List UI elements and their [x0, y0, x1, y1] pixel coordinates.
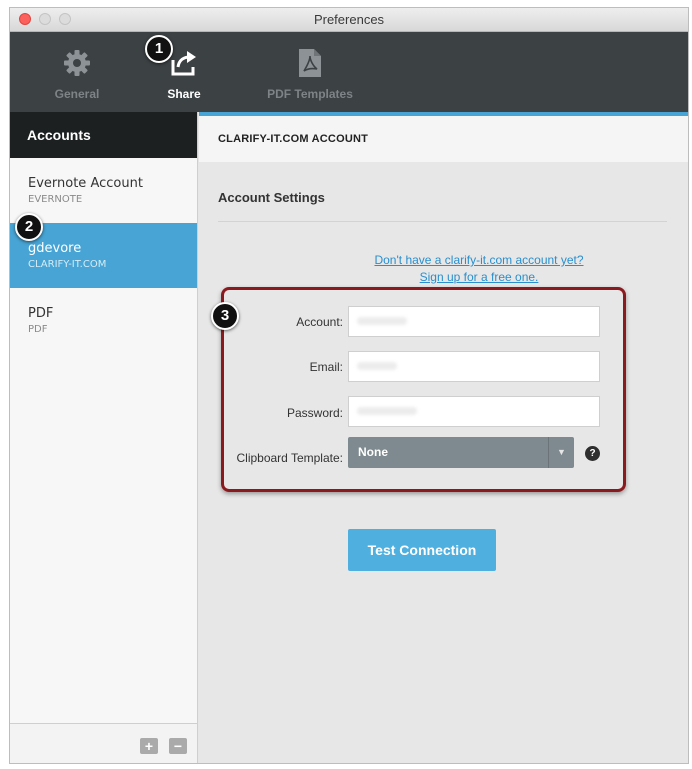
toolbar-general-label: General: [54, 87, 100, 101]
account-field[interactable]: [348, 306, 600, 337]
redacted-value: [357, 362, 397, 370]
signup-link[interactable]: Sign up for a free one.: [344, 269, 614, 286]
remove-account-button[interactable]: −: [169, 738, 187, 754]
test-connection-button[interactable]: Test Connection: [348, 529, 496, 571]
add-account-button[interactable]: +: [140, 738, 158, 754]
password-label: Password:: [286, 406, 343, 420]
email-label: Email:: [309, 360, 343, 374]
email-field[interactable]: [348, 351, 600, 382]
sidebar-item-evernote[interactable]: Evernote Account EVERNOTE: [10, 158, 197, 223]
step-badge-1: 1: [145, 35, 173, 63]
toolbar-general[interactable]: General: [42, 32, 112, 112]
step-badge-2: 2: [15, 213, 43, 241]
sidebar-item-pdf[interactable]: PDF PDF: [10, 288, 197, 353]
window-title: Preferences: [313, 12, 385, 27]
main-header: CLARIFY-IT.COM ACCOUNT: [199, 116, 688, 162]
account-type: EVERNOTE: [28, 194, 83, 205]
account-name: PDF: [28, 306, 54, 321]
gear-icon: [62, 48, 92, 83]
toolbar-pdf-templates[interactable]: PDF Templates: [255, 32, 365, 112]
password-field[interactable]: [348, 396, 600, 427]
no-account-link[interactable]: Don't have a clarify-it.com account yet?: [344, 252, 614, 269]
redacted-value: [357, 317, 407, 325]
signup-prompt: Don't have a clarify-it.com account yet?…: [344, 252, 614, 286]
redacted-value: [357, 407, 417, 415]
account-label: Account:: [296, 315, 343, 329]
step-badge-3: 3: [211, 302, 239, 330]
clipboard-template-select[interactable]: None ▼: [348, 437, 574, 468]
toolbar-pdf-templates-label: PDF Templates: [267, 87, 353, 101]
main-panel: CLARIFY-IT.COM ACCOUNT Account Settings …: [199, 112, 688, 763]
account-name: Evernote Account: [28, 176, 143, 191]
toolbar-share-label: Share: [167, 87, 201, 101]
share-icon: [169, 48, 199, 83]
section-title: Account Settings: [218, 190, 325, 205]
title-bar: Preferences: [10, 8, 688, 32]
accounts-sidebar: Accounts Evernote Account EVERNOTE gdevo…: [10, 112, 198, 763]
divider: [218, 221, 667, 222]
preferences-window: Preferences General Share PDF Templates …: [9, 7, 689, 764]
account-name: gdevore: [28, 241, 82, 256]
account-type: PDF: [28, 324, 48, 335]
clipboard-template-label: Clipboard Template:: [236, 451, 343, 465]
chevron-down-icon: ▼: [548, 437, 574, 468]
clipboard-template-value: None: [358, 445, 388, 459]
sidebar-header: Accounts: [10, 112, 197, 158]
help-icon[interactable]: ?: [585, 446, 600, 461]
sidebar-footer: + −: [10, 723, 197, 763]
pdf-icon: [297, 48, 323, 83]
account-type: CLARIFY-IT.COM: [28, 259, 107, 270]
toolbar: General Share PDF Templates 1: [10, 32, 688, 112]
